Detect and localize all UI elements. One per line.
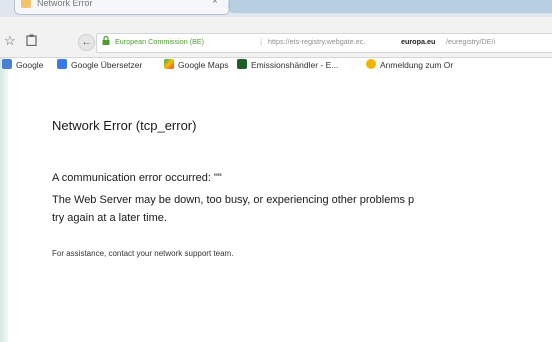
url-path: /euregistry/DE/i	[446, 37, 496, 46]
clipboard-icon[interactable]	[26, 34, 37, 49]
address-bar[interactable]: European Commission (BE) | https://ets-r…	[96, 33, 552, 53]
tab-strip: Network Error ×	[0, 0, 552, 17]
bookmark-anmeldung[interactable]: Anmeldung zum Or	[366, 58, 453, 72]
star-icon[interactable]: ☆	[4, 34, 16, 47]
bookmark-label: Google	[16, 60, 44, 70]
url-prefix: https://ets-registry.webgate.ec.	[268, 37, 366, 46]
error-retry-hint: try again at a later time.	[52, 212, 167, 224]
error-description: The Web Server may be down, too busy, or…	[52, 194, 415, 206]
back-button[interactable]: ←	[78, 34, 95, 51]
page-title: Network Error (tcp_error)	[52, 118, 197, 133]
folder-icon	[237, 59, 247, 69]
browser-toolbar: ☆ ← European Commission (BE) | https://e…	[0, 17, 552, 70]
bookmarks-bar: Google Google Übersetzer Google Maps Emi…	[0, 57, 552, 75]
error-message: A communication error occurred: ""	[52, 172, 222, 184]
maps-icon	[164, 59, 174, 69]
apps-grid-icon	[2, 59, 12, 69]
bookmark-emissionshaendler[interactable]: Emissionshändler - E...	[237, 58, 338, 72]
url-host: europa.eu	[401, 37, 436, 46]
new-tab-button[interactable]	[228, 0, 552, 13]
bookmark-google-maps[interactable]: Google Maps	[164, 58, 229, 72]
support-note: For assistance, contact your network sup…	[52, 249, 234, 258]
tab-close-icon[interactable]: ×	[212, 0, 218, 8]
certificate-label[interactable]: European Commission (BE)	[115, 37, 204, 46]
error-favicon-icon	[21, 0, 31, 8]
bookmark-label: Google Maps	[178, 60, 229, 70]
login-icon	[366, 59, 376, 69]
tab-network-error[interactable]: Network Error ×	[14, 0, 230, 15]
address-separator: |	[260, 36, 263, 46]
bookmark-label: Google Übersetzer	[71, 60, 143, 70]
bookmark-google-uebersetzer[interactable]: Google Übersetzer	[57, 58, 142, 72]
bookmark-google[interactable]: Google	[2, 58, 43, 72]
bookmark-label: Emissionshändler - E...	[251, 60, 339, 70]
translate-icon	[57, 59, 67, 69]
tab-title: Network Error	[37, 0, 93, 8]
lock-icon	[102, 35, 110, 47]
bookmark-label: Anmeldung zum Or	[380, 60, 454, 70]
